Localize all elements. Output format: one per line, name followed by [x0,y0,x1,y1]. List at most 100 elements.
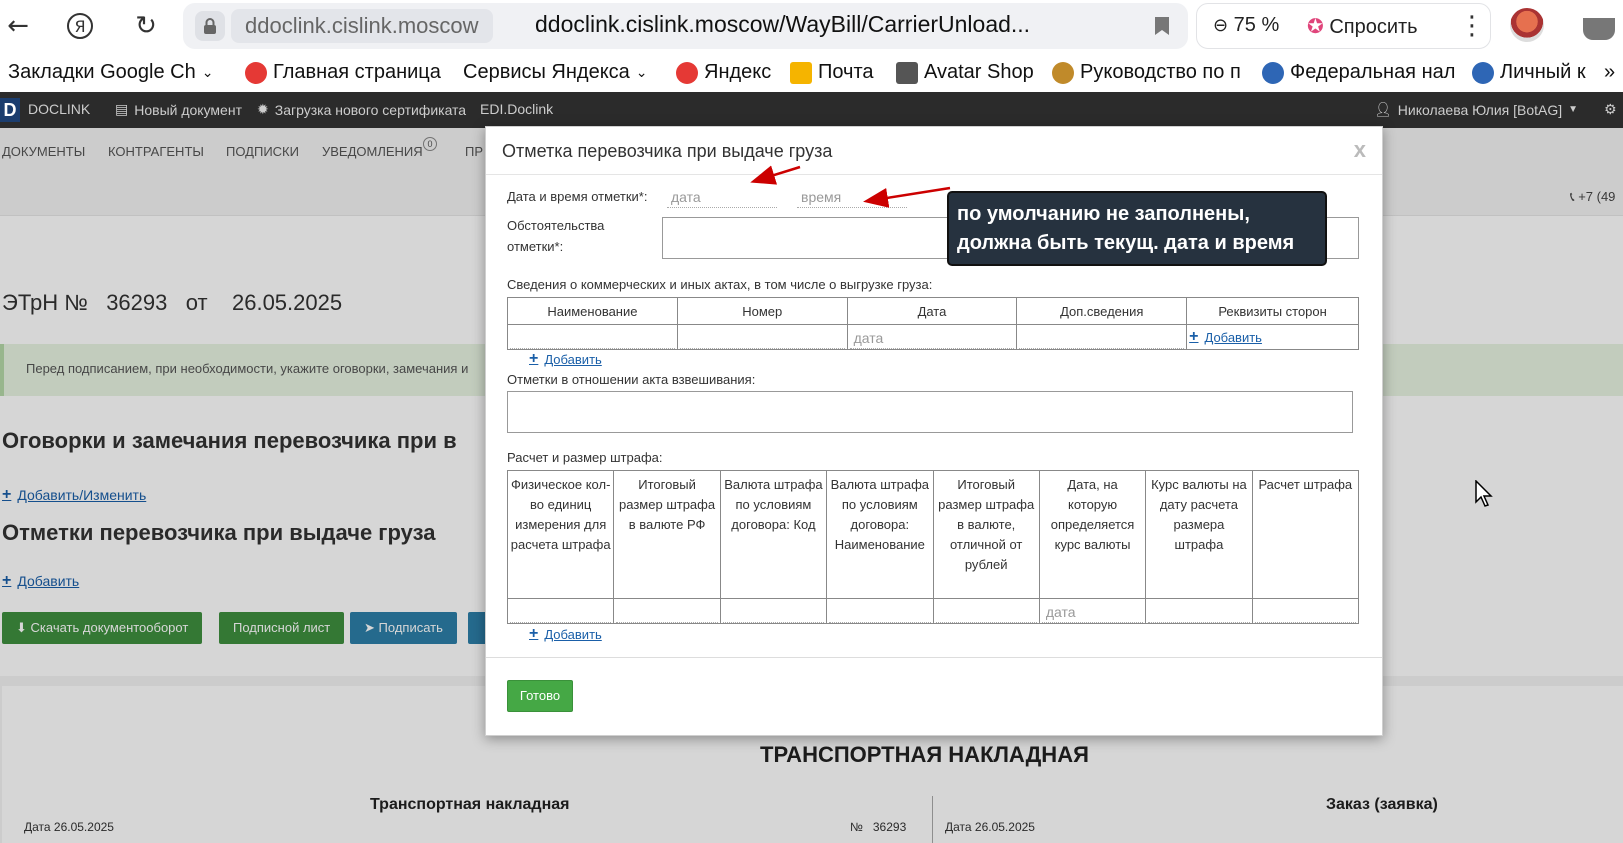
back-icon[interactable]: ← [0,8,36,44]
host-chip[interactable]: ddoclink.cislink.moscow [231,9,493,43]
fine-cell [506,598,615,624]
url-text[interactable]: ddoclink.cislink.moscow/WayBill/CarrierU… [535,11,1030,38]
datetime-label: Дата и время отметки*: [507,189,648,204]
svg-text:Я: Я [74,17,85,36]
fine-total-foreign-input[interactable] [935,602,1037,623]
bookmark-mail[interactable]: Почта [790,61,874,84]
bookmark-icon[interactable] [1154,16,1170,36]
app-logo-text[interactable]: DOCLINK [28,101,90,117]
acts-col-parties: Реквизиты сторон [1186,297,1359,325]
fine-currency-name-input[interactable] [829,602,931,623]
acts-cell: дата [846,324,1018,350]
fine-cell: дата [1038,598,1147,624]
emblem-icon [1472,61,1494,84]
fine-col-quantity: Физическое кол-во единиц измерения для р… [506,470,615,599]
gear-icon [1052,61,1074,84]
bookmark-guide[interactable]: Руководство по п [1052,61,1241,84]
fine-cell [826,598,934,624]
mail-icon [790,61,812,84]
settings-gear-icon[interactable]: ⚙ [1604,101,1617,118]
profile-avatar-icon[interactable] [1510,8,1544,42]
table-row: дата + Добавить [507,324,1359,350]
annotation-line-2: должна быть текущ. дата и время [957,232,1295,254]
plus-icon: + [529,625,539,642]
doclink-logo-icon: D [0,98,20,122]
mark-date-input[interactable]: дата [667,186,777,208]
fine-col-calculation: Расчет штрафа [1251,470,1360,599]
fine-col-rate: Курс валюты на дату расчета размера штра… [1145,470,1253,599]
bookmark-avatar-shop[interactable]: Avatar Shop [896,61,1034,84]
dialog-title: Отметка перевозчика при выдаче груза [502,141,833,161]
fine-cell [1145,598,1253,624]
fine-total-rub-input[interactable] [616,602,718,623]
weighing-label: Отметки в отношении акта взвешивания: [507,372,756,387]
fine-calculation-input[interactable] [1254,602,1356,623]
reload-icon[interactable]: ↻ [128,8,164,44]
downloads-tray-icon[interactable] [1583,18,1615,40]
circumstances-label: Обстоятельства отметки*: [507,218,605,254]
fine-cell [1251,598,1360,624]
chevron-down-icon: ⌄ [201,64,214,80]
app-header: D DOCLINK ▤ Новый документ ✹ Загрузка но… [0,92,1623,128]
ask-button[interactable]: ✪ Спросить [1307,14,1418,39]
mouse-cursor-icon [1475,480,1493,507]
bookmark-google[interactable]: Закладки Google Ch ⌄ [8,61,213,84]
fine-col-currency-name: Валюта штрафа по условиям договора: Наим… [826,470,934,599]
zoom-level[interactable]: ⊖ 75 % [1213,14,1279,37]
edi-link[interactable]: EDI.Doclink [480,101,553,117]
chevron-down-icon: ⌄ [635,64,648,80]
acts-date-input[interactable]: дата [849,328,1015,349]
bookmark-yandex-services[interactable]: Сервисы Яндекса ⌄ [463,61,648,84]
lock-icon[interactable] [195,11,225,41]
acts-name-input[interactable] [510,328,675,349]
fine-label: Расчет и размер штрафа: [507,450,663,465]
acts-cell [1016,324,1188,350]
user-menu[interactable]: 👤︎ Николаева Юлия [BotAG] ▼ [1374,101,1578,118]
more-menu-icon[interactable]: ⋮ [1459,10,1485,41]
bookmark-yandex-home[interactable]: Главная страница [245,61,441,84]
zoom-ask-panel: ⊖ 75 % ✪ Спросить ⋮ [1196,3,1491,49]
bookmark-tax[interactable]: Федеральная нал [1262,61,1455,84]
fine-currency-code-input[interactable] [722,602,825,623]
new-document-link[interactable]: ▤ Новый документ [115,101,242,118]
fine-quantity-input[interactable] [510,602,612,623]
acts-cell [507,324,678,350]
caret-down-icon: ▼ [1568,104,1579,115]
acts-extra-input[interactable] [1019,328,1185,349]
bookmark-personal[interactable]: Личный к [1472,61,1586,84]
upload-certificate-link[interactable]: ✹ Загрузка нового сертификата [257,101,466,118]
bookmark-yandex[interactable]: Яндекс [676,61,771,84]
dialog-header: Отметка перевозчика при выдаче груза x [486,127,1382,175]
acts-cell [676,324,848,350]
yandex-icon [245,61,267,84]
document-icon: ▤ [115,101,129,117]
weighing-input[interactable] [507,391,1353,433]
address-bar[interactable]: ddoclink.cislink.moscow ddoclink.cislink… [183,3,1188,49]
annotation-callout: по умолчанию не заполнены, должна быть т… [947,191,1327,266]
fine-col-rate-date: Дата, на которую определяется курс валют… [1038,470,1147,599]
bookmarks-bar: Закладки Google Ch ⌄ Главная страница Се… [0,52,1623,92]
bookmarks-overflow-icon[interactable]: » [1604,61,1615,84]
fine-rate-date-input[interactable]: дата [1041,602,1144,623]
yandex-icon [676,61,698,84]
fine-cell [613,598,721,624]
acts-number-input[interactable] [679,328,845,349]
acts-table: Наименование Номер Дата Доп.сведения Рек… [507,297,1359,350]
mark-time-input[interactable]: время [797,186,907,208]
ask-icon: ✪ [1307,16,1324,38]
table-row: дата [506,598,1360,624]
plus-icon: + [529,350,539,367]
add-act-link[interactable]: + Добавить [529,350,602,368]
add-parties-link[interactable]: + Добавить [1189,328,1356,346]
yandex-logo-icon[interactable]: Я [62,8,98,44]
gear-icon: ✹ [257,101,269,117]
zoom-icon: ⊖ [1213,15,1229,35]
close-icon[interactable]: x [1354,137,1366,163]
fine-col-total-foreign: Итоговый размер штрафа в валюте, отлично… [932,470,1040,599]
add-fine-link[interactable]: + Добавить [529,625,602,643]
fine-rate-input[interactable] [1148,602,1250,623]
fine-cell [932,598,1040,624]
annotation-line-1: по умолчанию не заполнены, [957,203,1250,225]
done-button[interactable]: Готово [507,680,573,712]
acts-cell: + Добавить [1186,324,1359,350]
